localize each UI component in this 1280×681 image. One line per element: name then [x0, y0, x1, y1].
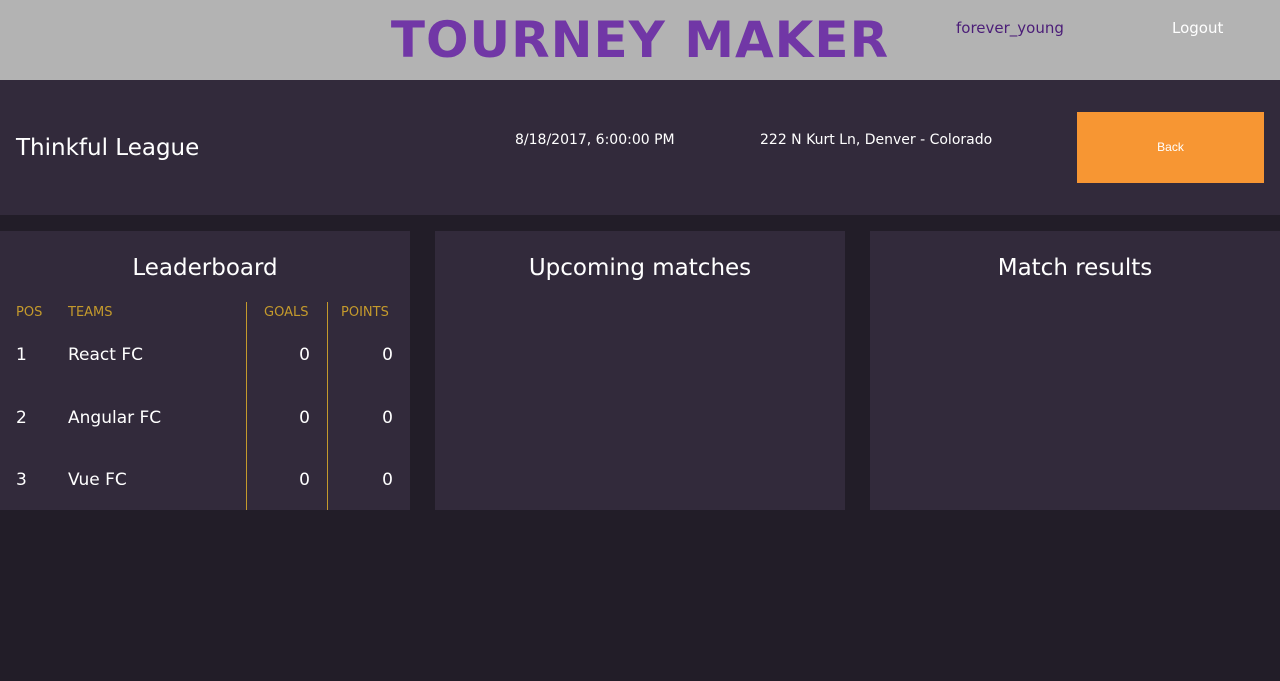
match-results-panel: Match results	[870, 231, 1280, 510]
row-goals: 0	[299, 408, 310, 428]
leaderboard-title: Leaderboard	[132, 255, 278, 281]
row-pos: 2	[16, 408, 27, 428]
username-link[interactable]: forever_young	[956, 18, 1064, 38]
row-goals: 0	[299, 470, 310, 490]
league-datetime: 8/18/2017, 6:00:00 PM	[515, 132, 675, 148]
app-title: TOURNEY MAKER	[390, 11, 890, 69]
row-team: React FC	[68, 345, 143, 365]
leaderboard-panel: Leaderboard POS TEAMS GOALS POINTS 1 Rea…	[0, 231, 410, 510]
upcoming-matches-title: Upcoming matches	[528, 255, 752, 281]
league-location: 222 N Kurt Ln, Denver - Colorado	[760, 132, 993, 148]
row-pos: 3	[16, 470, 27, 490]
match-results-title: Match results	[997, 255, 1153, 281]
logout-link[interactable]: Logout	[1172, 18, 1223, 38]
top-navbar: TOURNEY MAKER forever_young Logout	[0, 0, 1280, 80]
row-team: Vue FC	[68, 470, 127, 490]
league-info-bar: Thinkful League 8/18/2017, 6:00:00 PM 22…	[0, 80, 1280, 215]
column-header-pos: POS	[16, 305, 43, 320]
column-divider	[246, 302, 247, 510]
column-header-teams: TEAMS	[68, 305, 113, 320]
column-header-points: POINTS	[341, 305, 389, 320]
row-points: 0	[382, 470, 393, 490]
row-goals: 0	[299, 345, 310, 365]
row-points: 0	[382, 345, 393, 365]
back-button[interactable]: Back	[1077, 112, 1264, 183]
row-pos: 1	[16, 345, 27, 365]
row-points: 0	[382, 408, 393, 428]
league-name: Thinkful League	[16, 135, 200, 161]
row-team: Angular FC	[68, 408, 162, 428]
upcoming-matches-panel: Upcoming matches	[435, 231, 845, 510]
column-divider	[327, 302, 328, 510]
column-header-goals: GOALS	[264, 305, 309, 320]
